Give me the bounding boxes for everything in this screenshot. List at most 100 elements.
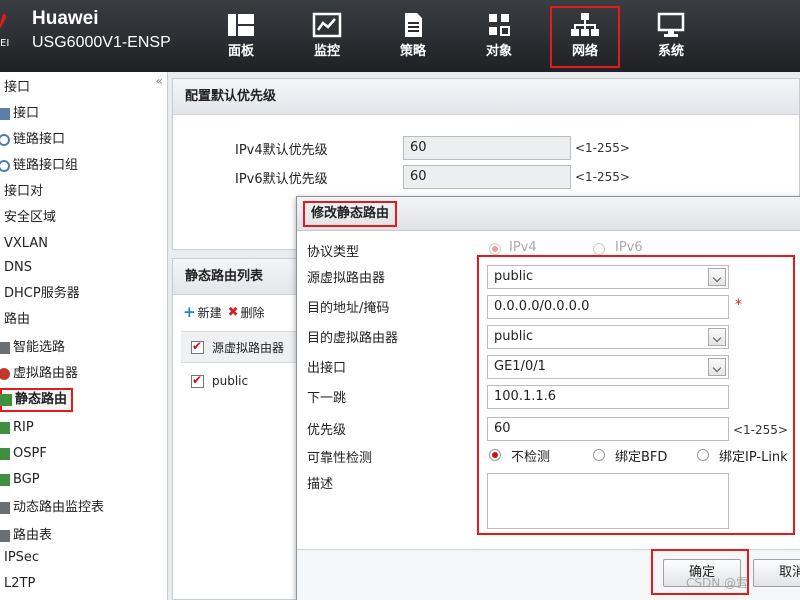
sidebar-item-l2tp[interactable]: L2TP	[0, 572, 35, 596]
nav-system[interactable]: 系统	[636, 8, 706, 66]
system-computer-icon	[657, 12, 685, 37]
sidebar-item-rip[interactable]: RIP	[0, 416, 34, 440]
sidebar-item-label: 路由表	[13, 528, 53, 543]
reliability-iplink-radio[interactable]	[697, 449, 709, 461]
sidebar-item-label: RIP	[13, 420, 34, 435]
device-model: USG6000V1-ENSP	[32, 34, 171, 51]
new-route-label: 新建	[197, 305, 222, 320]
priority-label: 优先级	[307, 423, 347, 438]
sidebar-item-ospf[interactable]: OSPF	[0, 442, 47, 466]
out-interface-select[interactable]: GE1/0/1	[487, 355, 729, 379]
sidebar-item-route-table[interactable]: 路由表	[0, 524, 52, 548]
static-route-list-title: 静态路由列表	[173, 259, 301, 295]
protocol-ipv6-radio[interactable]	[593, 243, 605, 255]
sidebar-group-routing[interactable]: 路由	[0, 308, 30, 332]
source-vr-value: public	[494, 269, 534, 284]
sidebar-item-label: 智能选路	[13, 340, 66, 355]
out-interface-value: GE1/0/1	[494, 359, 546, 374]
sidebar-item-dhcp-server[interactable]: DHCP服务器	[0, 282, 80, 306]
bgp-icon	[0, 474, 10, 486]
priority-input[interactable]: 60	[487, 417, 729, 441]
table-header: 源虚拟路由器	[181, 331, 303, 363]
sidebar-item-bgp[interactable]: BGP	[0, 468, 40, 492]
protocol-ipv4-radio[interactable]	[489, 243, 501, 255]
sidebar-item-label: 路由	[4, 312, 31, 327]
sidebar-item-link-group[interactable]: 链路接口组	[0, 154, 78, 178]
network-topology-icon	[571, 13, 599, 36]
object-icon	[489, 14, 510, 36]
dialog-titlebar: 修改静态路由	[297, 197, 800, 231]
description-textarea[interactable]	[487, 473, 729, 529]
nav-network[interactable]: 网络	[550, 6, 620, 68]
sidebar-item-label: 接口对	[4, 184, 44, 199]
sidebar-item-interface-pair[interactable]: 接口对	[0, 180, 43, 204]
sidebar-item-label: OSPF	[13, 446, 47, 461]
column-source-vr: 源虚拟路由器	[212, 340, 285, 355]
select-all-checkbox[interactable]	[191, 339, 204, 354]
sidebar-item-dynamic-route-monitor[interactable]: 动态路由监控表	[0, 496, 104, 520]
sidebar-item-vxlan[interactable]: VXLAN	[0, 232, 48, 256]
sidebar-item-security-zone[interactable]: 安全区域	[0, 206, 56, 230]
required-marker: *	[735, 297, 742, 313]
sidebar-item-static-route[interactable]: 静态路由	[0, 388, 74, 412]
route-list-toolbar: + 新建 ✖ 删除	[183, 303, 265, 321]
watermark-text: CSDN @雪	[686, 576, 749, 590]
sidebar-item-label: 接口	[4, 80, 31, 95]
brand-edge-text: EI	[0, 38, 10, 49]
ipv4-priority-field[interactable]: 60	[403, 136, 571, 160]
sidebar-item-ipsec[interactable]: IPSec	[0, 546, 39, 570]
nav-dashboard[interactable]: 面板	[206, 8, 276, 66]
sidebar-item-smart-route[interactable]: 智能选路	[0, 336, 65, 360]
sidebar-item-label: 链路接口组	[13, 158, 79, 173]
ipv4-priority-label: IPv4默认优先级	[235, 143, 328, 158]
left-sidebar: « 接口 接口 链路接口 链路接口组 接口对 安全区域 VXLAN DNS DH…	[0, 72, 168, 600]
sidebar-item-label: 链路接口	[13, 132, 66, 147]
new-route-button[interactable]: + 新建	[183, 303, 222, 321]
row-checkbox[interactable]	[191, 373, 204, 388]
reliability-bfd-label: 绑定BFD	[615, 450, 668, 465]
delete-route-button[interactable]: ✖ 删除	[228, 303, 265, 321]
delete-route-label: 删除	[240, 305, 265, 320]
sidebar-item-label: 虚拟路由器	[13, 366, 79, 381]
reliability-bfd-radio[interactable]	[593, 449, 605, 461]
chevron-down-icon[interactable]	[708, 328, 726, 346]
reliability-iplink-label: 绑定IP-Link	[719, 450, 788, 465]
sidebar-item-virtual-router[interactable]: 虚拟路由器	[0, 362, 78, 386]
ipv6-priority-label: IPv6默认优先级	[235, 172, 328, 187]
link-group-icon	[0, 160, 10, 172]
ipv6-priority-field[interactable]: 60	[403, 165, 571, 189]
reliability-label: 可靠性检测	[307, 451, 373, 466]
sidebar-item-link-interface[interactable]: 链路接口	[0, 128, 65, 152]
protocol-type-label: 协议类型	[307, 245, 360, 260]
dest-vr-select[interactable]: public	[487, 325, 729, 349]
source-vr-select[interactable]: public	[487, 265, 729, 289]
chevron-down-icon[interactable]	[708, 358, 726, 376]
nav-policy[interactable]: 策略	[378, 8, 448, 66]
cancel-button[interactable]: 取消	[753, 559, 800, 587]
policy-document-icon	[405, 13, 422, 37]
sidebar-item-dns[interactable]: DNS	[0, 256, 32, 280]
nav-dashboard-label: 面板	[227, 44, 254, 59]
sidebar-group-interface[interactable]: 接口	[0, 76, 30, 100]
huawei-logo-icon	[0, 14, 7, 29]
static-route-list-panel: 静态路由列表 + 新建 ✖ 删除 源虚拟路由器 public	[172, 258, 303, 600]
nav-object-label: 对象	[485, 44, 512, 59]
sidebar-item-label: L2TP	[4, 576, 36, 591]
modify-static-route-dialog: 修改静态路由 协议类型 IPv4 IPv6 源虚拟路由器 public 目的地址…	[296, 196, 800, 600]
sidebar-item-label: DHCP服务器	[4, 286, 80, 301]
ospf-icon	[0, 448, 10, 460]
nav-monitor[interactable]: 监控	[292, 8, 362, 66]
table-row[interactable]: public	[181, 365, 303, 397]
default-priority-title: 配置默认优先级	[173, 79, 799, 115]
sidebar-collapse-icon[interactable]: «	[156, 74, 163, 88]
sidebar-item-label: DNS	[4, 260, 32, 275]
chevron-down-icon[interactable]	[708, 268, 726, 286]
monitor-chart-icon	[312, 12, 342, 38]
reliability-none-radio[interactable]	[489, 449, 501, 461]
delete-icon: ✖	[227, 304, 239, 320]
sidebar-item-label: VXLAN	[4, 236, 48, 251]
nav-object[interactable]: 对象	[464, 8, 534, 66]
sidebar-item-interface[interactable]: 接口	[0, 102, 39, 126]
dest-address-input[interactable]: 0.0.0.0/0.0.0.0	[487, 295, 729, 319]
next-hop-input[interactable]: 100.1.1.6	[487, 385, 729, 409]
